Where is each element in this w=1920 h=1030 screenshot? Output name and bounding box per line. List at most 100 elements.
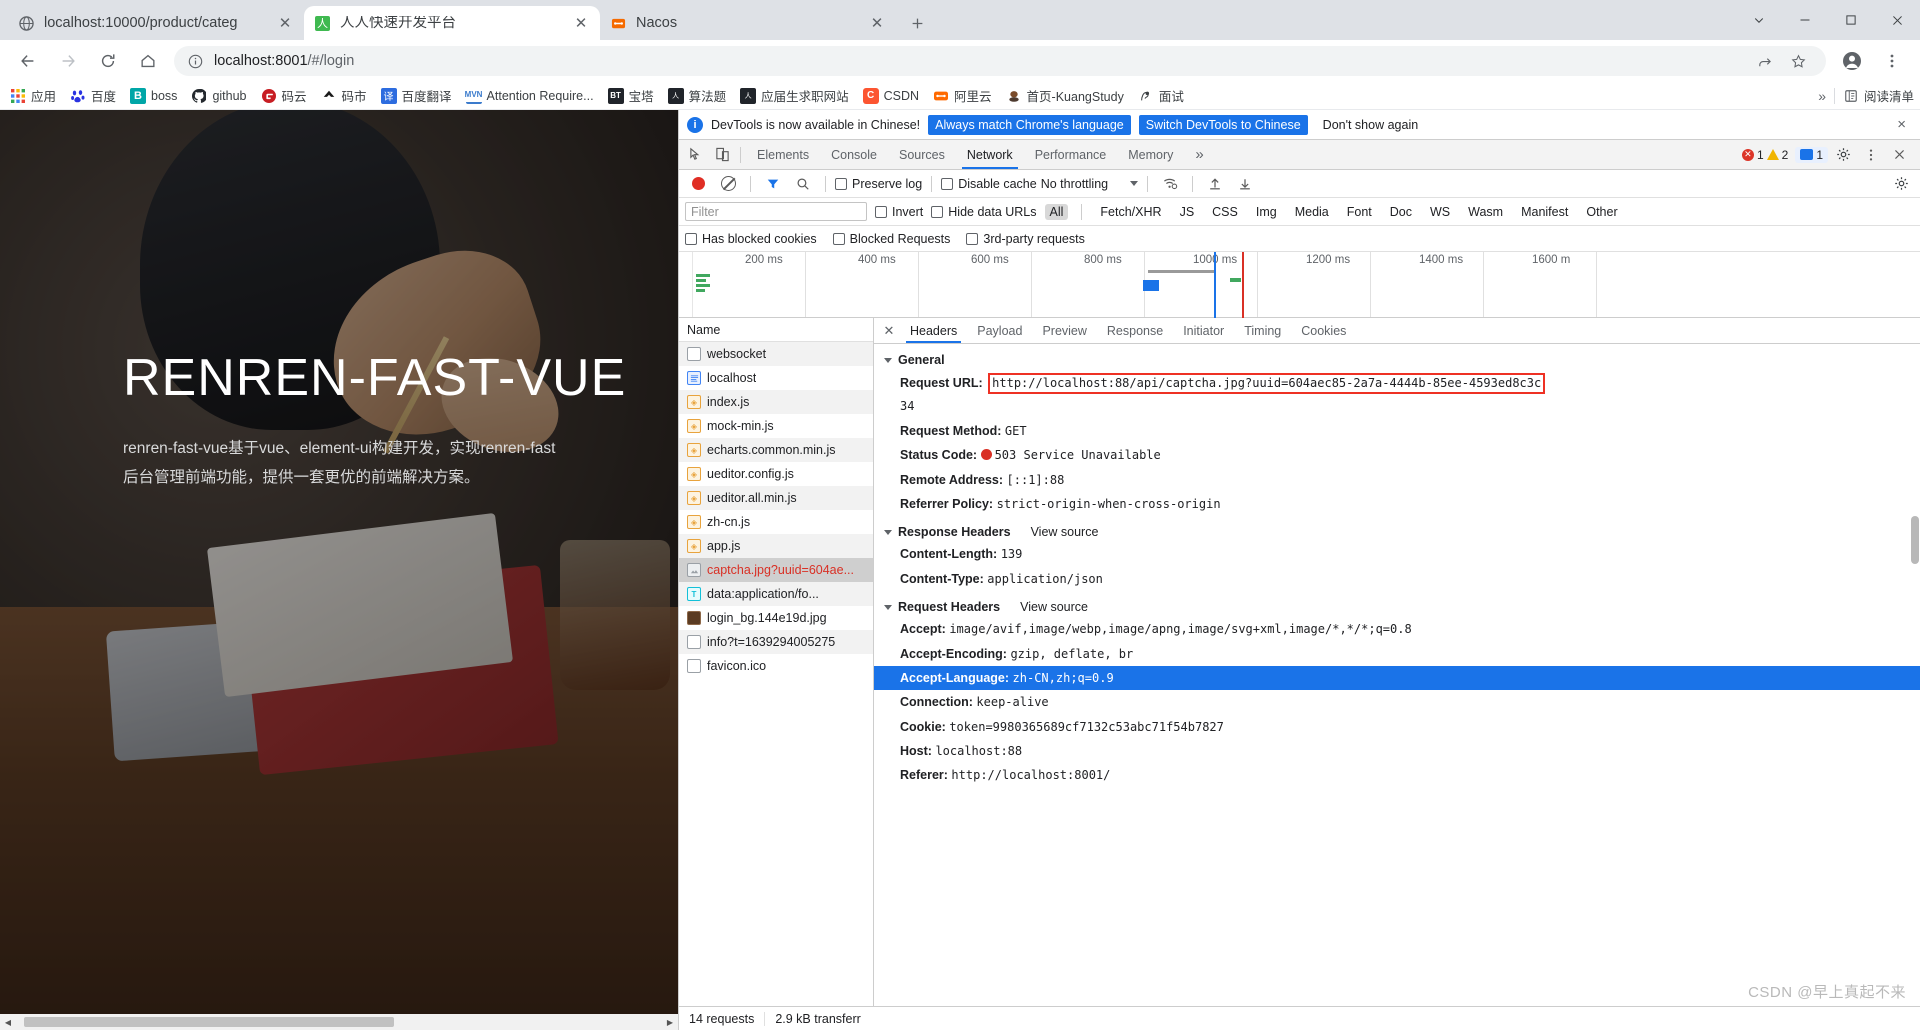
request-row-zh-cn-js[interactable]: ◈ zh-cn.js <box>679 510 873 534</box>
type-filter-manifest[interactable]: Manifest <box>1516 204 1573 220</box>
request-row-ueditor-config-js[interactable]: ◈ ueditor.config.js <box>679 462 873 486</box>
type-filter-all[interactable]: All <box>1044 203 1069 220</box>
close-icon[interactable] <box>1886 142 1912 168</box>
gear-icon[interactable] <box>1830 142 1856 168</box>
star-icon[interactable] <box>1785 48 1811 74</box>
detail-tab-response[interactable]: Response <box>1097 318 1173 343</box>
tab-overflow-button[interactable]: » <box>1184 140 1214 169</box>
close-button[interactable] <box>1874 0 1920 40</box>
record-dot-icon[interactable] <box>685 171 711 197</box>
invert-checkbox[interactable]: Invert <box>875 205 923 219</box>
network-conditions-icon[interactable] <box>1157 171 1183 197</box>
request-row-echarts-common-min-js[interactable]: ◈ echarts.common.min.js <box>679 438 873 462</box>
type-filter-ws[interactable]: WS <box>1425 204 1455 220</box>
detail-scrollbar[interactable] <box>1911 516 1919 564</box>
bookmark-baota[interactable]: BT 宝塔 <box>607 86 654 105</box>
preserve-log-checkbox[interactable]: Preserve log <box>835 177 922 191</box>
three-dot-menu-icon[interactable] <box>1875 44 1909 78</box>
export-har-icon[interactable] <box>1232 171 1258 197</box>
request-list-header[interactable]: Name <box>679 318 873 342</box>
bookmark-boss[interactable]: B boss <box>130 87 177 104</box>
close-icon[interactable]: ✕ <box>276 14 294 32</box>
scrollbar-thumb[interactable] <box>24 1017 394 1027</box>
device-toolbar-icon[interactable] <box>709 142 735 168</box>
type-filter-fetch-xhr[interactable]: Fetch/XHR <box>1095 204 1166 220</box>
horizontal-scrollbar[interactable]: ◀ ▶ <box>0 1014 678 1030</box>
request-row-login-bg-jpg[interactable]: login_bg.144e19d.jpg <box>679 606 873 630</box>
request-row-app-js[interactable]: ◈ app.js <box>679 534 873 558</box>
message-count-badge[interactable]: 1 <box>1795 146 1828 163</box>
scrollbar-track[interactable] <box>16 1014 662 1030</box>
scroll-right-arrow[interactable]: ▶ <box>662 1014 678 1030</box>
type-filter-img[interactable]: Img <box>1251 204 1282 220</box>
back-button[interactable] <box>11 44 45 78</box>
type-filter-other[interactable]: Other <box>1581 204 1622 220</box>
general-section-header[interactable]: General <box>874 350 1920 370</box>
reload-button[interactable] <box>91 44 125 78</box>
switch-to-chinese-button[interactable]: Switch DevTools to Chinese <box>1138 114 1308 135</box>
detail-tab-preview[interactable]: Preview <box>1032 318 1096 343</box>
bookmark-mianshi[interactable]: 面试 <box>1138 86 1184 105</box>
detail-tab-timing[interactable]: Timing <box>1234 318 1291 343</box>
close-icon[interactable]: ✕ <box>572 14 590 32</box>
new-tab-button[interactable] <box>902 8 932 38</box>
type-filter-wasm[interactable]: Wasm <box>1463 204 1508 220</box>
detail-tab-headers[interactable]: Headers <box>900 318 967 343</box>
detail-tab-cookies[interactable]: Cookies <box>1291 318 1356 343</box>
bookmark-aliyun[interactable]: 阿里云 <box>933 86 992 105</box>
throttling-select[interactable]: No throttling <box>1041 177 1139 191</box>
info-circle-icon[interactable] <box>186 52 204 70</box>
filter-input[interactable]: Filter <box>685 202 867 221</box>
scroll-left-arrow[interactable]: ◀ <box>0 1014 16 1030</box>
network-settings-gear-icon[interactable] <box>1888 171 1914 197</box>
blocked-requests-checkbox[interactable]: Blocked Requests <box>832 232 950 246</box>
headers-detail-body[interactable]: General Request URL: http://localhost:88… <box>874 344 1920 1006</box>
clear-icon[interactable] <box>715 171 741 197</box>
share-icon[interactable] <box>1751 48 1777 74</box>
bookmark-csdn[interactable]: C CSDN <box>862 87 919 104</box>
search-icon[interactable] <box>790 171 816 197</box>
tab-sources[interactable]: Sources <box>888 140 956 169</box>
minimize-button[interactable] <box>1782 0 1828 40</box>
filter-funnel-icon[interactable] <box>760 171 786 197</box>
request-row-captcha-jpg[interactable]: captcha.jpg?uuid=604ae... <box>679 558 873 582</box>
close-icon[interactable]: × <box>1891 116 1912 133</box>
bookmark-coding[interactable]: 码市 <box>321 86 367 105</box>
three-dot-menu-icon[interactable] <box>1858 142 1884 168</box>
tab-network[interactable]: Network <box>956 140 1024 169</box>
detail-tab-initiator[interactable]: Initiator <box>1173 318 1234 343</box>
third-party-requests-checkbox[interactable]: 3rd-party requests <box>966 232 1085 246</box>
bookmark-apps[interactable]: 应用 <box>10 86 56 105</box>
inspect-cursor-icon[interactable] <box>683 142 709 168</box>
chevron-down-icon[interactable] <box>1736 0 1782 40</box>
bookmark-fanyi[interactable]: 译 百度翻译 <box>380 86 452 105</box>
always-match-language-button[interactable]: Always match Chrome's language <box>928 114 1131 135</box>
tab-elements[interactable]: Elements <box>746 140 820 169</box>
network-overview-timeline[interactable]: 200 ms 400 ms 600 ms 800 ms 1000 ms 1200… <box>679 252 1920 318</box>
type-filter-css[interactable]: CSS <box>1207 204 1243 220</box>
tab-console[interactable]: Console <box>820 140 888 169</box>
bookmark-yingjiesheng[interactable]: 人 应届生求职网站 <box>740 86 849 105</box>
hide-data-urls-checkbox[interactable]: Hide data URLs <box>931 205 1037 219</box>
type-filter-font[interactable]: Font <box>1342 204 1377 220</box>
forward-button[interactable] <box>51 44 85 78</box>
bookmark-attention-require[interactable]: MVN Attention Require... <box>465 87 594 104</box>
bookmarks-overflow-button[interactable]: » <box>1818 88 1826 104</box>
request-row-mock-min-js[interactable]: ◈ mock-min.js <box>679 414 873 438</box>
profile-avatar-icon[interactable] <box>1835 44 1869 78</box>
request-row-info[interactable]: info?t=1639294005275 <box>679 630 873 654</box>
maximize-button[interactable] <box>1828 0 1874 40</box>
request-headers-header[interactable]: Request Headers View source <box>874 597 1920 617</box>
reading-list-button[interactable]: 阅读清单 <box>1843 86 1914 105</box>
bookmark-gitee[interactable]: 码云 <box>261 86 307 105</box>
dont-show-again-button[interactable]: Don't show again <box>1316 115 1426 135</box>
error-count-badge[interactable]: ✕ 1 2 <box>1737 147 1793 163</box>
bookmark-suanfati[interactable]: 人 算法题 <box>667 86 726 105</box>
browser-tab-1[interactable]: 人 人人快速开发平台 ✕ <box>304 6 600 40</box>
request-row-favicon-ico[interactable]: favicon.ico <box>679 654 873 678</box>
tab-performance[interactable]: Performance <box>1024 140 1118 169</box>
browser-tab-2[interactable]: Nacos ✕ <box>600 6 896 40</box>
bookmark-github[interactable]: github <box>191 88 247 104</box>
request-header-row-selected[interactable]: Accept-Language: zh-CN,zh;q=0.9 <box>874 665 1920 691</box>
view-source-link[interactable]: View source <box>1031 525 1099 539</box>
